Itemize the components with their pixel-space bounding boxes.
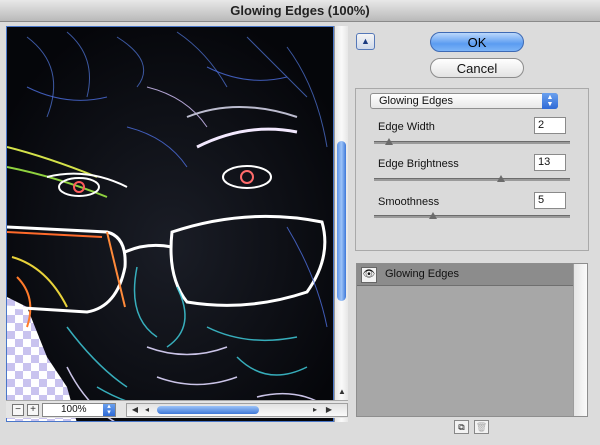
scroll-left-arrow-icon[interactable]: ◀ (129, 404, 141, 416)
preview-bottom-bar: − + 100% ▴ ▾ ◀ ◂ ▸ ▶ (6, 400, 348, 418)
cancel-button[interactable]: Cancel (430, 58, 524, 78)
scroll-right-arrow-icon[interactable]: ▶ (323, 404, 335, 416)
preview-horizontal-scrollbar[interactable]: ◀ ◂ ▸ ▶ (126, 403, 348, 417)
collapse-gallery-button[interactable]: ▲ (356, 33, 375, 50)
horizontal-scroll-thumb[interactable] (157, 406, 259, 414)
effect-layer-row[interactable]: 👁 Glowing Edges (357, 264, 573, 286)
preview-frame: ▲ ▼ (6, 26, 348, 423)
smoothness-slider-thumb[interactable] (428, 212, 437, 219)
layers-scrollbar[interactable] (573, 264, 587, 416)
edge-width-label: Edge Width (378, 121, 435, 133)
eye-icon[interactable]: 👁 (361, 267, 377, 283)
minus-icon[interactable]: − (12, 404, 24, 416)
smoothness-slider[interactable] (374, 212, 570, 219)
preview-image[interactable] (6, 26, 334, 422)
scroll-up-arrow-icon[interactable]: ▲ (335, 386, 349, 398)
filter-select[interactable]: Glowing Edges ▲ ▼ (370, 93, 558, 109)
filter-options-panel: Glowing Edges ▲ ▼ Edge Width 2 Edge Brigh… (355, 88, 589, 251)
smoothness-label: Smoothness (378, 196, 440, 208)
edge-width-input[interactable]: 2 (534, 117, 566, 134)
glowing-edges-image (7, 27, 333, 421)
trash-icon: 🗑 (474, 420, 489, 434)
window-title: Glowing Edges (100%) (0, 0, 600, 22)
effect-layers-panel: 👁 Glowing Edges (356, 263, 588, 417)
new-layer-icon[interactable]: ⧉ (454, 420, 469, 434)
smoothness-input[interactable]: 5 (534, 192, 566, 209)
edge-width-slider-thumb[interactable] (385, 138, 394, 145)
plus-icon[interactable]: + (27, 404, 39, 416)
edge-brightness-label: Edge Brightness (378, 158, 459, 170)
edge-brightness-input[interactable]: 13 (534, 154, 566, 171)
filter-select-value: Glowing Edges (379, 95, 453, 107)
effect-layer-name: Glowing Edges (385, 268, 459, 280)
scroll-left-step-icon[interactable]: ◂ (141, 404, 153, 416)
triangle-up-icon: ▲ (361, 36, 370, 46)
vertical-scroll-thumb[interactable] (337, 141, 346, 301)
preview-vertical-scrollbar[interactable]: ▲ ▼ (334, 26, 348, 422)
zoom-value: 100% (61, 404, 87, 415)
zoom-dropdown-arrows-icon[interactable]: ▴ ▾ (103, 403, 115, 416)
edge-brightness-slider[interactable] (374, 175, 570, 182)
edge-width-slider[interactable] (374, 138, 570, 145)
ok-button[interactable]: OK (430, 32, 524, 52)
scroll-right-step-icon[interactable]: ▸ (309, 404, 321, 416)
edge-brightness-slider-thumb[interactable] (497, 175, 506, 182)
zoom-level-select[interactable]: 100% ▴ ▾ (42, 403, 116, 417)
select-arrows-icon: ▲ ▼ (542, 93, 558, 109)
